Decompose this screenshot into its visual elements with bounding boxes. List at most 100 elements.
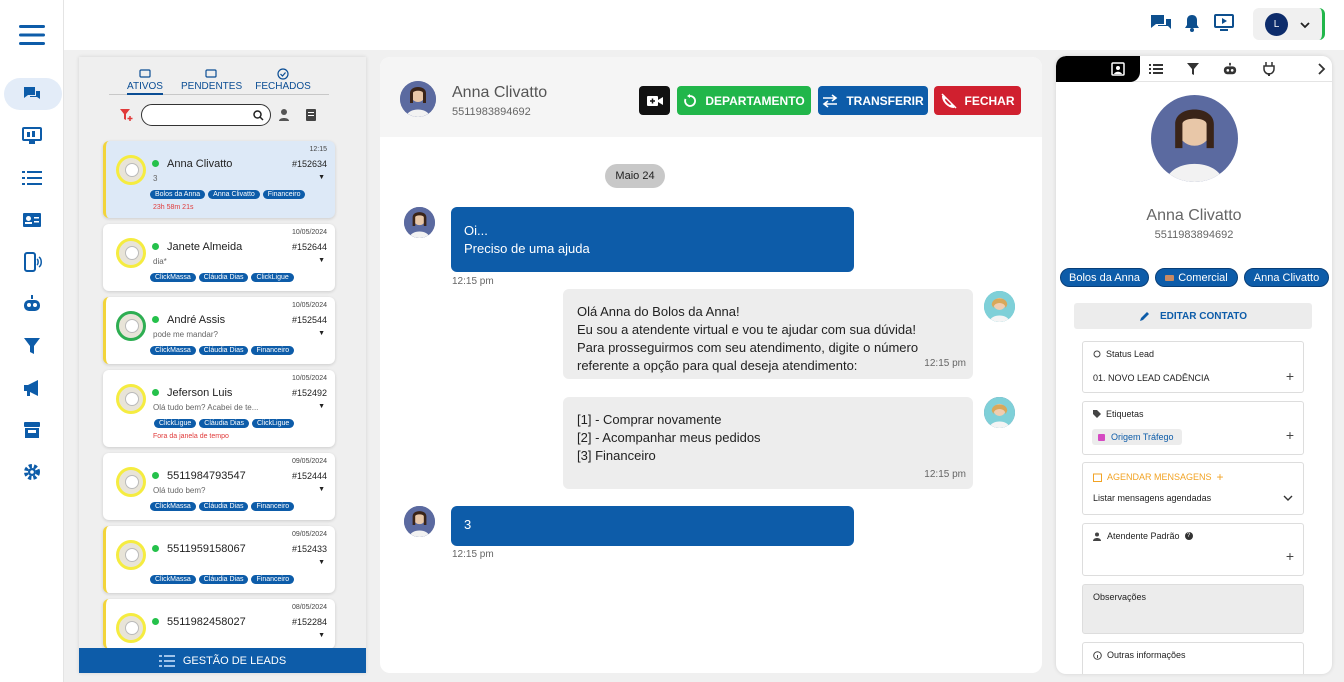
filter-icon[interactable]	[1186, 62, 1200, 76]
whatsapp-icon	[152, 618, 159, 625]
conversation-item[interactable]: Jeferson Luis Olá tudo bem? Acabei de te…	[103, 370, 335, 447]
whatsapp-icon	[152, 545, 159, 552]
notes-field[interactable]: Observações	[1082, 584, 1304, 634]
schedule-messages-field[interactable]: AGENDAR MENSAGENS + Listar mensagens agen…	[1082, 462, 1304, 515]
caret-down-icon[interactable]: ▼	[318, 403, 325, 410]
plus-icon[interactable]: +	[1217, 470, 1224, 484]
message-bubble: 3	[451, 506, 854, 546]
chevron-down-icon	[1299, 17, 1311, 35]
caret-down-icon[interactable]: ▼	[318, 559, 325, 566]
field-label: Status Lead	[1106, 349, 1155, 359]
dashboard-icon[interactable]	[19, 123, 45, 149]
archive-icon[interactable]	[305, 108, 317, 127]
conversation-item[interactable]: 5511959158067 09/05/2024 #152433 ▼ Click…	[103, 526, 335, 593]
whatsapp-icon	[152, 243, 159, 250]
conversation-item[interactable]: 5511982458027 08/05/2024 #152284 ▼	[103, 599, 335, 649]
chevron-down-icon[interactable]	[1283, 494, 1293, 502]
tag-chip: Origem Tráfego	[1092, 429, 1182, 445]
plus-icon[interactable]: +	[1286, 427, 1294, 443]
tag-badge: Financeiro	[251, 346, 295, 355]
user-menu[interactable]: L	[1253, 8, 1325, 40]
last-message: Olá tudo bem?	[153, 486, 206, 495]
tag-badge: Anna Clivatto	[208, 190, 260, 199]
bell-icon[interactable]	[1184, 14, 1200, 37]
search-input[interactable]	[141, 104, 271, 126]
message-time: 12:15 pm	[452, 276, 494, 287]
filter-icon[interactable]	[19, 333, 45, 359]
chevron-right-icon[interactable]	[1315, 62, 1329, 76]
phone-forward-icon[interactable]	[19, 249, 45, 275]
caret-down-icon[interactable]: ▼	[318, 174, 325, 181]
refresh-icon	[684, 93, 697, 107]
department-label: DEPARTAMENTO	[705, 93, 805, 108]
chats-icon[interactable]	[1150, 14, 1172, 37]
conversation-item[interactable]: Anna Clivatto 3 12:15 #152634 ▼ Bolos da…	[103, 141, 335, 218]
user-filter-icon[interactable]	[278, 108, 292, 127]
message-text: referente a opção para qual deseja atend…	[577, 358, 858, 373]
ticket-id: #152433	[291, 544, 327, 554]
plus-icon[interactable]: +	[1286, 368, 1294, 384]
default-agent-field[interactable]: Atendente Padrão? +	[1082, 523, 1304, 576]
field-label: Atendente Padrão	[1107, 531, 1180, 541]
tag-badge: Cláudia Dias	[199, 419, 249, 428]
caret-down-icon[interactable]: ▼	[318, 257, 325, 264]
tag-chip-label: Origem Tráfego	[1111, 432, 1174, 442]
conversation-list-panel: ATIVOS PENDENTES FECHADOS Anna Clivatto …	[79, 57, 366, 673]
list-icon[interactable]	[19, 165, 45, 191]
conversation-item[interactable]: Janete Almeida dia* 10/05/2024 #152644 ▼…	[103, 224, 335, 291]
tag-badge: Cláudia Dias	[198, 346, 249, 355]
tag-badge: ClickMassa	[150, 502, 196, 511]
caret-down-icon[interactable]: ▼	[318, 330, 325, 337]
tags-field[interactable]: Etiquetas Origem Tráfego +	[1082, 401, 1304, 455]
contact-tag: Anna Clivatto	[1244, 268, 1329, 287]
edit-contact-button[interactable]: EDITAR CONTATO	[1074, 303, 1312, 329]
conversation-item[interactable]: 5511984793547 Olá tudo bem? 09/05/2024 #…	[103, 453, 335, 520]
avatar: L	[1265, 13, 1288, 36]
tab-fechados[interactable]: FECHADOS	[255, 67, 311, 92]
megaphone-icon[interactable]	[19, 375, 45, 401]
close-ticket-button[interactable]: FECHAR	[934, 86, 1021, 115]
tv-icon[interactable]	[1214, 14, 1234, 37]
robot-icon[interactable]	[1223, 62, 1237, 76]
help-icon[interactable]: ?	[1184, 532, 1193, 540]
gear-icon[interactable]	[19, 459, 45, 485]
contact-name: Anna Clivatto	[167, 158, 233, 170]
whatsapp-icon	[152, 160, 159, 167]
timer-text: 23h 58m 21s	[153, 204, 194, 211]
chat-icon[interactable]	[19, 81, 45, 107]
chat-bubble-icon	[139, 69, 151, 78]
caret-down-icon[interactable]: ▼	[318, 632, 325, 639]
plug-icon[interactable]	[1262, 62, 1276, 76]
filter-add-icon[interactable]	[119, 108, 133, 127]
store-icon[interactable]	[19, 417, 45, 443]
contact-card-icon[interactable]	[19, 207, 45, 233]
details-tabbar	[1056, 56, 1332, 82]
tab-contact-active[interactable]	[1056, 56, 1140, 82]
conversation-item[interactable]: André Assis pode me mandar? 10/05/2024 #…	[103, 297, 335, 364]
list-icon[interactable]	[1149, 62, 1163, 76]
transfer-label: TRANSFERIR	[846, 93, 924, 108]
message-date: 10/05/2024	[291, 302, 327, 309]
whatsapp-icon	[152, 472, 159, 479]
video-call-button[interactable]	[639, 86, 670, 115]
transfer-button[interactable]: TRANSFERIR	[818, 86, 928, 115]
message-text: Para prosseguirmos com seu atendimento, …	[577, 340, 919, 355]
tab-pendentes[interactable]: PENDENTES	[181, 67, 242, 92]
plus-icon[interactable]: +	[1286, 548, 1294, 564]
status-lead-field[interactable]: Status Lead 01. NOVO LEAD CADÊNCIA +	[1082, 341, 1304, 393]
avatar	[400, 81, 436, 117]
chat-contact-phone: 5511983894692	[452, 106, 531, 118]
conversation-tabs: ATIVOS PENDENTES FECHADOS	[109, 67, 329, 95]
caret-down-icon[interactable]: ▼	[318, 486, 325, 493]
gestao-de-leads-button[interactable]: GESTÃO DE LEADS	[79, 648, 366, 673]
department-button[interactable]: DEPARTAMENTO	[677, 86, 811, 115]
menu-icon[interactable]	[19, 22, 45, 48]
other-info-field[interactable]: Outras informações	[1082, 642, 1304, 674]
message-text: Eu sou a atendente virtual e vou te ajud…	[577, 322, 916, 337]
last-message: pode me mandar?	[153, 330, 218, 339]
video-camera-icon	[646, 95, 663, 106]
last-message: dia*	[153, 257, 167, 266]
message-date: 10/05/2024	[291, 229, 327, 236]
robot-icon[interactable]	[19, 291, 45, 317]
tab-ativos[interactable]: ATIVOS	[127, 67, 163, 95]
